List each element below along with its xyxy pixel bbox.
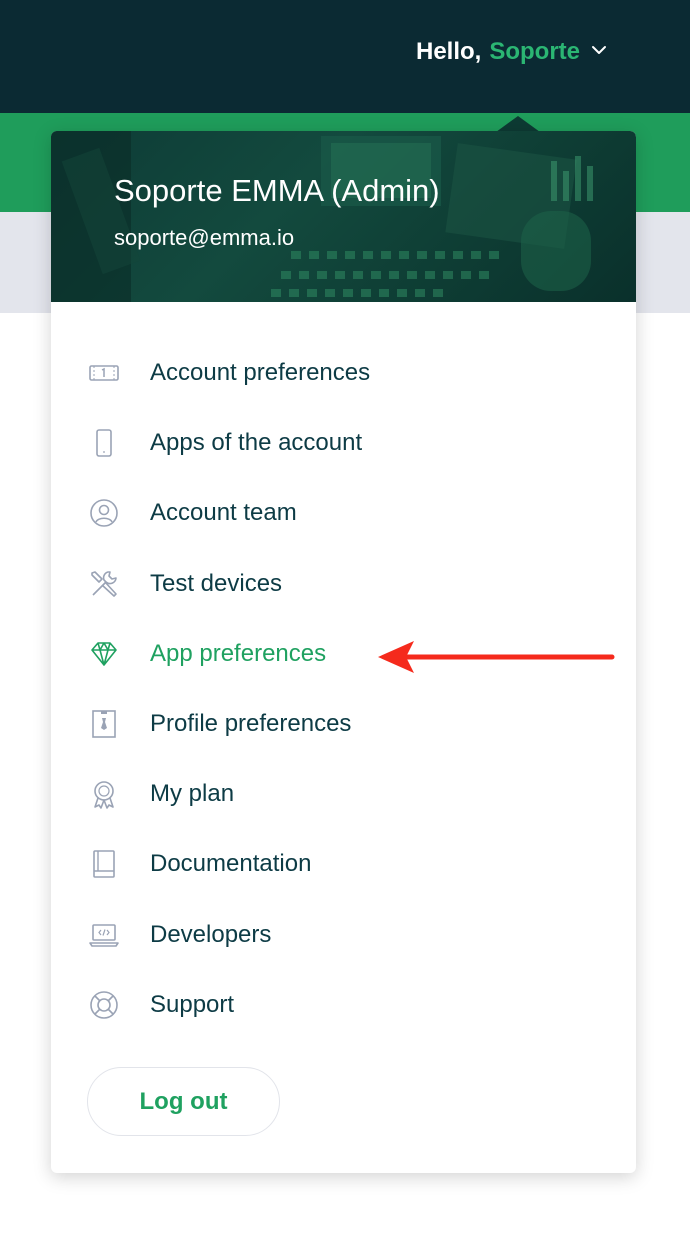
menu-item-label: Account preferences bbox=[150, 359, 371, 387]
user-menu-toggle[interactable]: Hello, Soporte bbox=[416, 38, 608, 66]
book-icon bbox=[87, 847, 121, 881]
annotation-arrow-icon bbox=[378, 641, 615, 673]
menu-item-label: App preferences bbox=[150, 639, 327, 667]
money-card-icon bbox=[87, 356, 121, 390]
menu-item-developers[interactable]: Developers bbox=[51, 900, 636, 970]
banner-background-image bbox=[51, 131, 593, 302]
menu-item-account-team[interactable]: Account team bbox=[51, 478, 636, 548]
award-ribbon-icon bbox=[87, 777, 121, 811]
user-name: Soporte bbox=[489, 38, 580, 65]
menu-item-label: My plan bbox=[150, 780, 235, 808]
diamond-icon bbox=[87, 637, 121, 671]
menu-item-my-plan[interactable]: My plan bbox=[51, 759, 636, 829]
lifebuoy-icon bbox=[87, 988, 121, 1022]
menu-item-label: Apps of the account bbox=[150, 429, 363, 457]
menu-item-documentation[interactable]: Documentation bbox=[51, 829, 636, 899]
menu-item-label: Test devices bbox=[150, 569, 283, 597]
menu-item-label: Support bbox=[150, 990, 235, 1018]
menu-item-label: Documentation bbox=[150, 850, 312, 878]
menu-item-test-devices[interactable]: Test devices bbox=[51, 549, 636, 619]
id-badge-icon bbox=[87, 707, 121, 741]
menu-item-label: Account team bbox=[150, 499, 297, 527]
dropdown-pointer bbox=[496, 116, 540, 132]
profile-name: Soporte EMMA (Admin) bbox=[114, 173, 440, 208]
menu-item-label: Developers bbox=[150, 920, 272, 948]
profile-banner: Soporte EMMA (Admin) soporte@emma.io bbox=[51, 131, 636, 302]
user-circle-icon bbox=[87, 496, 121, 530]
top-navigation-bar: Hello, Soporte bbox=[0, 0, 690, 113]
account-menu-list: Account preferences Apps of the account … bbox=[51, 338, 636, 1040]
menu-item-label: Profile preferences bbox=[150, 710, 352, 738]
mobile-phone-icon bbox=[87, 426, 121, 460]
chevron-down-icon bbox=[588, 38, 608, 66]
menu-item-apps-of-account[interactable]: Apps of the account bbox=[51, 408, 636, 478]
greeting-text: Hello, bbox=[415, 38, 482, 65]
logout-button[interactable]: Log out bbox=[87, 1067, 280, 1136]
menu-item-profile-preferences[interactable]: Profile preferences bbox=[51, 689, 636, 759]
menu-item-support[interactable]: Support bbox=[51, 970, 636, 1040]
profile-email: soporte@emma.io bbox=[114, 225, 295, 250]
tools-icon bbox=[87, 567, 121, 601]
laptop-code-icon bbox=[87, 918, 121, 952]
menu-item-account-preferences[interactable]: Account preferences bbox=[51, 338, 636, 408]
